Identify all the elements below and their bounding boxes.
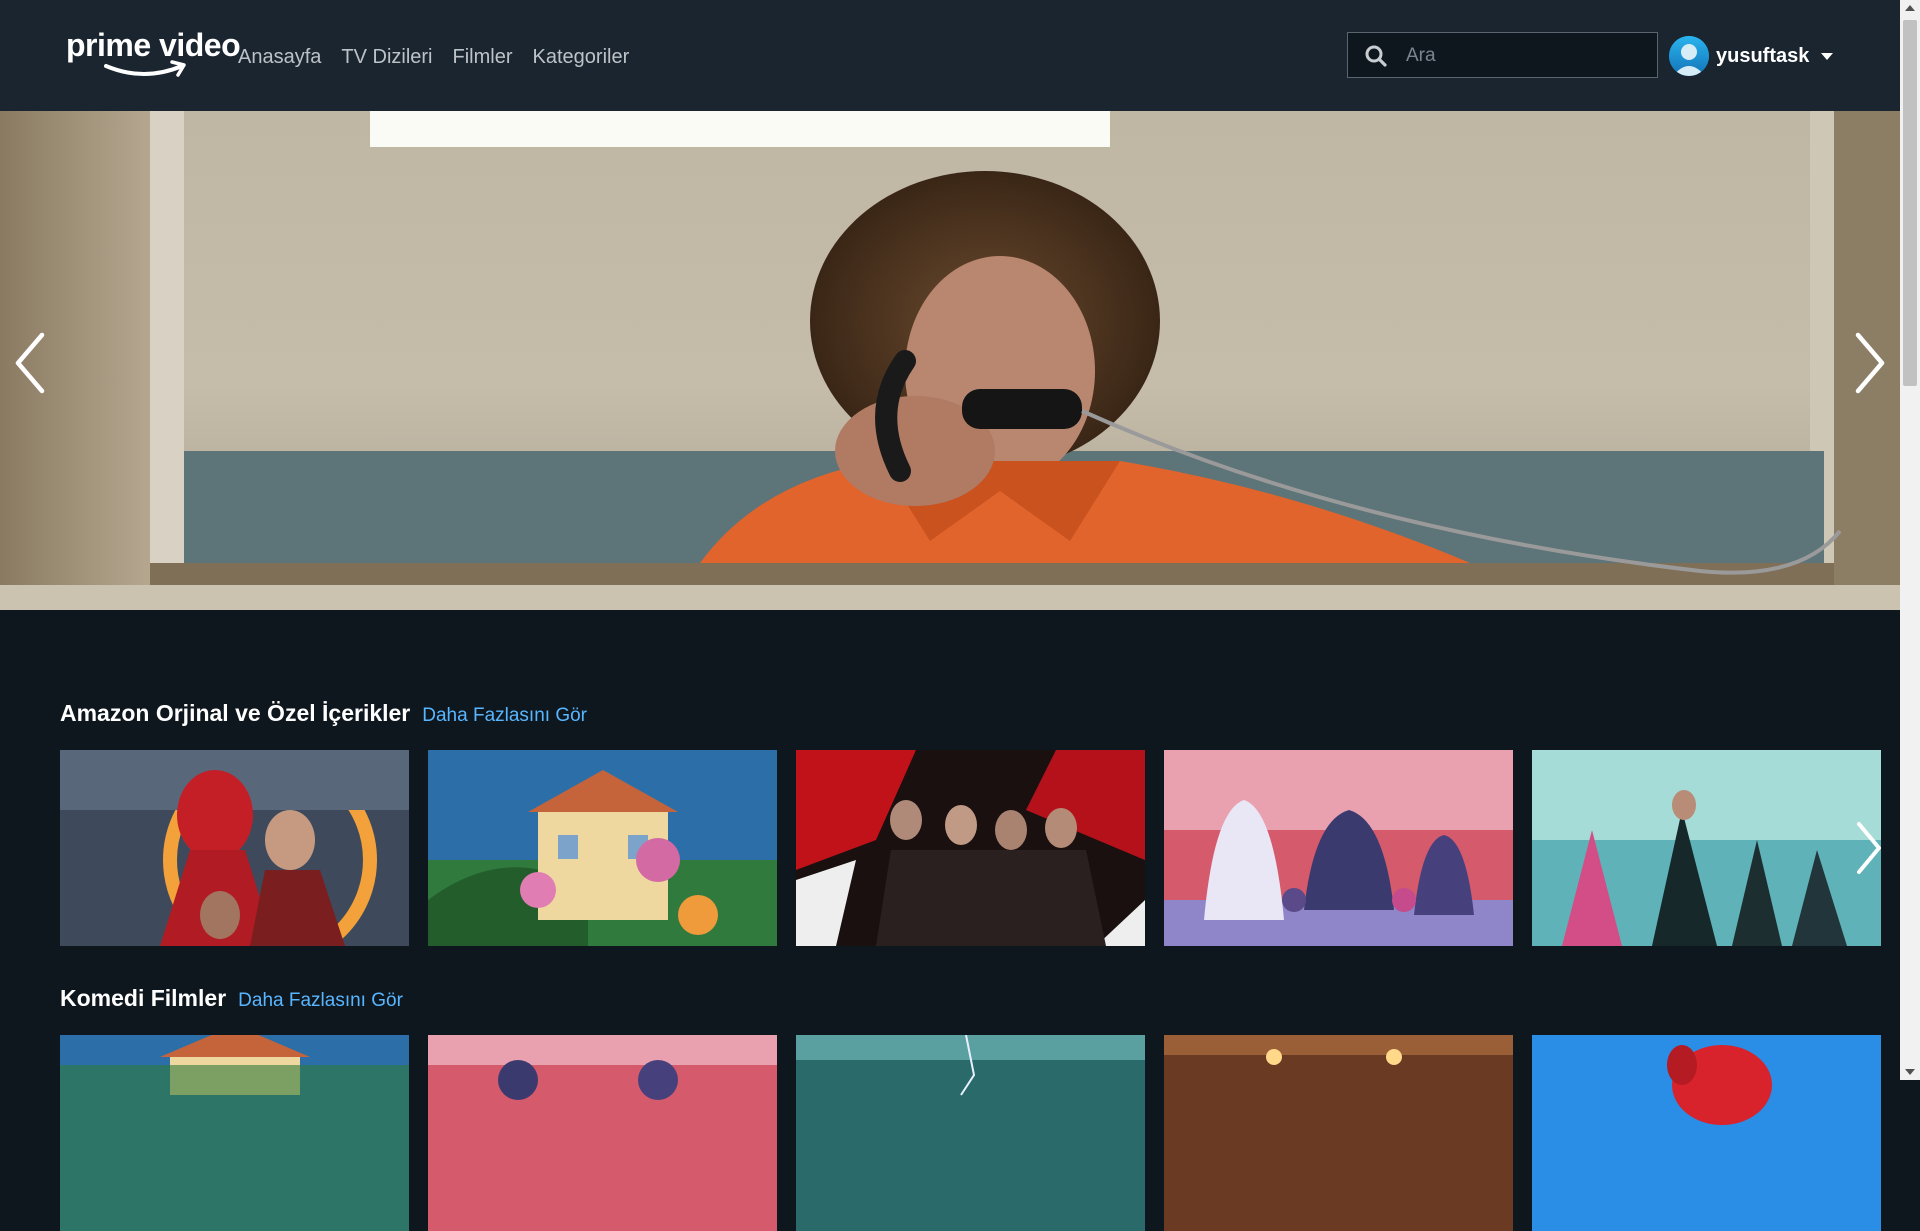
see-more-link[interactable]: Daha Fazlasını Gör: [422, 705, 587, 727]
logo-text: prime video: [66, 27, 241, 63]
movie-card[interactable]: [60, 750, 409, 946]
row-next-arrow-icon[interactable]: [1853, 820, 1885, 876]
hero-next-arrow-icon[interactable]: [1850, 329, 1890, 397]
poster-sing-2: [428, 1035, 777, 1231]
carousel-amazon-originals: [60, 750, 1881, 946]
poster-sing-2: [1164, 750, 1513, 946]
nav-home[interactable]: Anasayfa: [238, 42, 321, 72]
search-box: [1347, 32, 1658, 79]
movie-card[interactable]: [796, 1035, 1145, 1231]
main-nav: Anasayfa TV Dizileri Filmler Kategoriler: [238, 42, 649, 72]
scroll-up-icon[interactable]: [1905, 5, 1915, 11]
movie-card[interactable]: [428, 750, 777, 946]
search-icon[interactable]: [1364, 44, 1388, 68]
poster-hall: [1164, 1035, 1513, 1231]
username[interactable]: yusuftask: [1716, 45, 1809, 68]
user-menu[interactable]: yusuftask: [1669, 35, 1834, 77]
avatar[interactable]: [1669, 36, 1709, 76]
caret-down-icon[interactable]: [1821, 52, 1834, 60]
movie-card[interactable]: [428, 1035, 777, 1231]
row-title: Komedi Filmler: [60, 985, 227, 1011]
movie-card[interactable]: [1164, 750, 1513, 946]
hero-prev-arrow-icon[interactable]: [10, 329, 50, 397]
nav-movies[interactable]: Filmler: [453, 42, 513, 72]
row-title: Amazon Orjinal ve Özel İçerikler: [60, 700, 411, 726]
nav-tv-series[interactable]: TV Dizileri: [341, 42, 432, 72]
poster-matrix: [1532, 750, 1881, 946]
poster-fantasy: [796, 1035, 1145, 1231]
poster-encanto: [428, 750, 777, 946]
smile-arrow-icon: [104, 60, 186, 77]
user-silhouette-icon: [1669, 36, 1709, 76]
poster-encanto: [60, 1035, 409, 1231]
hero-image: [0, 111, 1900, 610]
row-header-comedy: Komedi Filmler Daha Fazlasını Gör: [60, 985, 403, 1012]
poster-spiderman: [60, 750, 409, 946]
nav-categories[interactable]: Kategoriler: [533, 42, 630, 72]
poster-clifford: [1532, 1035, 1881, 1231]
see-more-link[interactable]: Daha Fazlasını Gör: [238, 990, 403, 1012]
scrollbar-thumb[interactable]: [1903, 20, 1917, 386]
page-scrollbar[interactable]: [1900, 0, 1920, 1080]
carousel-comedy: [60, 1035, 1881, 1231]
movie-card[interactable]: [1532, 750, 1881, 946]
poster-resident-evil: [796, 750, 1145, 946]
movie-card[interactable]: [60, 1035, 409, 1231]
hero-banner[interactable]: [0, 111, 1900, 610]
movie-card[interactable]: [1532, 1035, 1881, 1231]
search-input[interactable]: [1404, 33, 1648, 79]
row-header-amazon-originals: Amazon Orjinal ve Özel İçerikler Daha Fa…: [60, 700, 587, 727]
prime-video-logo[interactable]: prime video: [66, 27, 241, 84]
scroll-down-icon[interactable]: [1905, 1069, 1915, 1075]
movie-card[interactable]: [1164, 1035, 1513, 1231]
movie-card[interactable]: [796, 750, 1145, 946]
top-navbar: prime video Anasayfa TV Dizileri Filmler…: [0, 0, 1900, 111]
